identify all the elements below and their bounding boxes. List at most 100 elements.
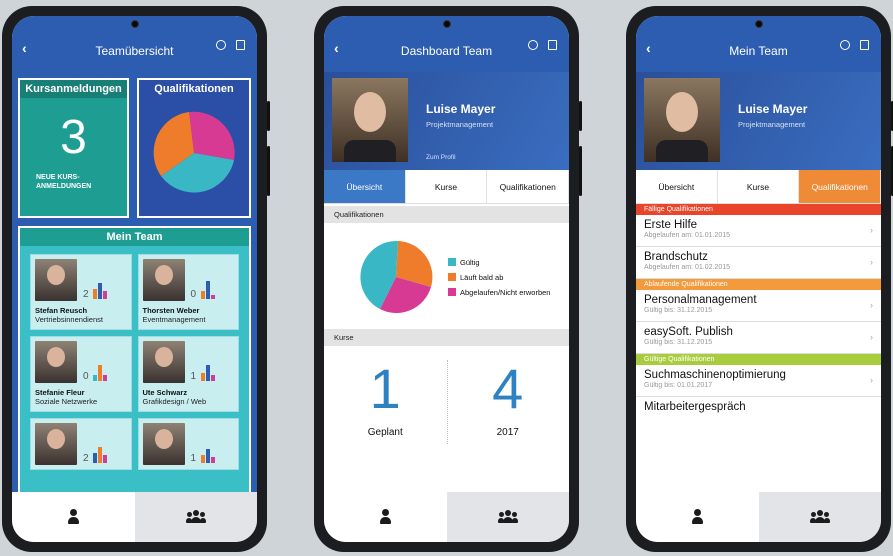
qualification-name: Erste Hilfe — [644, 219, 698, 231]
tab-profile[interactable] — [636, 492, 759, 542]
person-icon — [68, 509, 80, 525]
profile-photo — [332, 78, 408, 162]
member-count: 1 — [190, 453, 197, 464]
mini-bar-chart-icon — [200, 443, 215, 463]
member-count: 2 — [83, 289, 89, 300]
member-role: Grafikdesign / Web — [142, 397, 207, 406]
member-name: Stefan Reusch — [35, 306, 88, 315]
bottom-navigation — [636, 492, 881, 542]
qualification-name: Suchmaschinenoptimierung — [644, 369, 786, 381]
chevron-right-icon: › — [870, 300, 873, 310]
member-count: 0 — [190, 289, 197, 300]
planned-courses-label: Geplant — [367, 427, 403, 438]
list-item[interactable]: Suchmaschinenoptimierung Gültig bis: 01.… — [636, 365, 881, 397]
qualification-date: Abgelaufen am: 01.02.2015 — [644, 264, 731, 271]
tab-profile[interactable] — [12, 492, 135, 542]
dashboard-content: Kursanmeldungen 3 NEUE KURS- ANMELDUNGEN… — [12, 72, 257, 494]
team-member-card[interactable]: 0 Thorsten Weber Eventmanagement — [137, 254, 239, 330]
list-item[interactable]: Mitarbeitergespräch — [636, 397, 881, 429]
refresh-icon[interactable] — [528, 40, 538, 50]
tab-overview[interactable]: Übersicht — [636, 170, 718, 203]
course-registrations-tile[interactable]: Kursanmeldungen 3 NEUE KURS- ANMELDUNGEN — [18, 78, 129, 218]
profile-name: Luise Mayer — [426, 102, 496, 116]
profile-role: Projektmanagement — [738, 120, 806, 129]
camera — [754, 20, 763, 28]
member-count: 2 — [83, 453, 89, 464]
logout-icon[interactable] — [236, 40, 245, 50]
mini-bar-chart-icon — [200, 361, 215, 381]
header-title: Dashboard Team — [400, 44, 493, 58]
list-item[interactable]: Brandschutz Abgelaufen am: 01.02.2015 › — [636, 247, 881, 279]
tab-courses[interactable]: Kurse — [717, 170, 800, 203]
avatar — [35, 259, 77, 301]
team-member-card[interactable]: 1 Ute Schwarz Grafikdesign / Web — [137, 336, 239, 412]
qualification-name: Personalmanagement — [644, 294, 757, 306]
tab-overview[interactable]: Übersicht — [324, 170, 406, 203]
avatar — [142, 423, 185, 465]
chart-legend: Gültig Läuft bald ab Abgelaufen/Nicht er… — [448, 255, 550, 300]
mini-bar-chart-icon — [93, 443, 107, 463]
registrations-count: 3 — [60, 111, 87, 164]
legend-item: Abgelaufen/Nicht erworben — [448, 285, 550, 300]
section-expiring-header: Ablaufende Qualifikationen — [636, 279, 881, 290]
list-item[interactable]: Erste Hilfe Abgelaufen am: 01.01.2015 › — [636, 215, 881, 247]
refresh-icon[interactable] — [216, 40, 226, 50]
logout-icon[interactable] — [548, 40, 557, 50]
back-icon[interactable]: ‹ — [334, 40, 339, 56]
legend-label: Gültig — [460, 258, 480, 267]
team-member-card[interactable]: 2 — [30, 418, 132, 470]
phone-dashboard-team: ‹ Dashboard Team Luise Mayer Projektmana… — [314, 6, 582, 552]
legend-label: Abgelaufen/Nicht erworben — [460, 288, 551, 297]
profile-photo — [644, 78, 720, 162]
group-icon — [497, 510, 518, 524]
tile-subtitle-1: NEUE KURS- — [36, 174, 80, 181]
member-count: 0 — [83, 371, 89, 382]
logout-icon[interactable] — [860, 40, 869, 50]
member-count: 1 — [190, 371, 197, 382]
avatar — [142, 341, 185, 383]
refresh-icon[interactable] — [840, 40, 850, 50]
tab-team[interactable] — [446, 492, 569, 542]
profile-link[interactable]: Zum Profil — [426, 154, 456, 161]
group-icon — [809, 510, 830, 524]
header-title: Mein Team — [729, 44, 788, 58]
bottom-navigation — [12, 492, 257, 542]
list-item[interactable]: Personalmanagement Gültig bis: 31.12.201… — [636, 290, 881, 322]
chevron-right-icon: › — [870, 332, 873, 342]
profile-tabs: Übersicht Kurse Qualifikationen — [324, 170, 569, 204]
qualification-date: Gültig bis: 31.12.2015 — [644, 339, 713, 346]
tile-title: Kursanmeldungen — [20, 80, 127, 98]
list-item[interactable]: easySoft. Publish Gültig bis: 31.12.2015… — [636, 322, 881, 354]
divider — [446, 360, 448, 444]
avatar — [35, 423, 77, 465]
person-icon — [692, 509, 704, 525]
phone-mein-team: ‹ Mein Team Luise Mayer Projektmanagemen… — [626, 6, 893, 552]
back-icon[interactable]: ‹ — [646, 40, 651, 56]
member-name: Thorsten Weber — [142, 306, 200, 315]
tab-qualifications[interactable]: Qualifikationen — [799, 170, 881, 203]
tab-team[interactable] — [758, 492, 881, 542]
profile-header: Luise Mayer Projektmanagement Zum Profil — [324, 72, 569, 170]
pie-slice-expired — [189, 111, 235, 160]
legend-item: Gültig — [448, 255, 550, 270]
tab-profile[interactable] — [324, 492, 447, 542]
profile-header: Luise Mayer Projektmanagement — [636, 72, 881, 170]
legend-label: Läuft bald ab — [460, 273, 504, 282]
camera — [130, 20, 139, 28]
profile-name: Luise Mayer — [738, 102, 808, 116]
planned-courses-value: 1 — [369, 357, 401, 420]
mini-bar-chart-icon — [93, 361, 107, 381]
team-member-card[interactable]: 2 Stefan Reusch Vertriebsinnendienst — [30, 254, 132, 330]
team-member-card[interactable]: 0 Stefanie Fleur Soziale Netzwerke — [30, 336, 132, 412]
member-role: Eventmanagement — [142, 315, 206, 324]
qualification-date: Gültig bis: 31.12.2015 — [644, 307, 713, 314]
qualifications-chart: Gültig Läuft bald ab Abgelaufen/Nicht er… — [324, 223, 569, 329]
team-member-card[interactable]: 1 — [137, 418, 239, 470]
qualification-name: Brandschutz — [644, 251, 708, 263]
tab-team[interactable] — [134, 492, 257, 542]
qualifications-tile[interactable]: Qualifikationen — [137, 78, 251, 218]
tab-courses[interactable]: Kurse — [405, 170, 488, 203]
back-icon[interactable]: ‹ — [22, 40, 27, 56]
tab-qualifications[interactable]: Qualifikationen — [487, 170, 569, 203]
phone-teamuebersicht: ‹ Teamübersicht Kursanmeldungen 3 NEUE K… — [2, 6, 270, 552]
